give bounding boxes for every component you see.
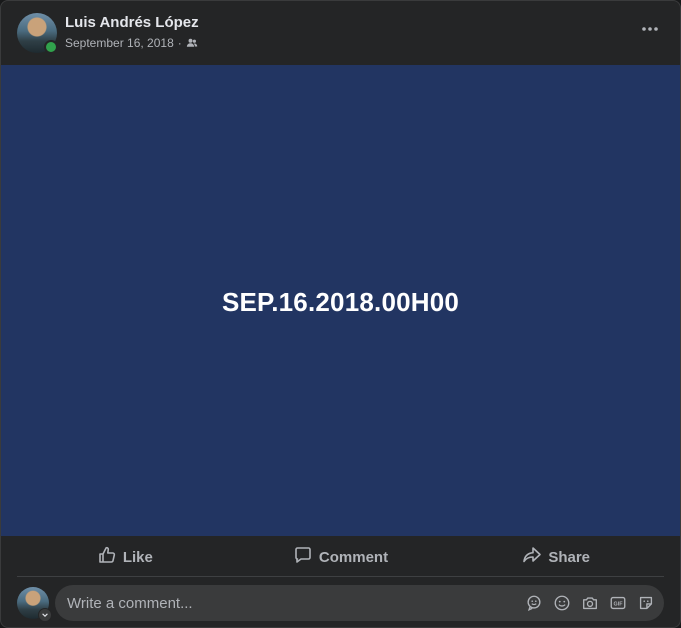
comment-box: GIF: [55, 584, 664, 622]
post-date[interactable]: September 16, 2018: [65, 36, 174, 50]
camera-icon[interactable]: [580, 593, 600, 613]
friends-icon[interactable]: [186, 37, 198, 49]
comment-tools: GIF: [524, 593, 664, 613]
sticker-icon[interactable]: [636, 593, 656, 613]
speech-bubble-icon: [293, 545, 313, 569]
author-name[interactable]: Luis Andrés López: [65, 14, 199, 31]
more-horizontal-icon: [640, 19, 660, 44]
avatar-sticker-icon[interactable]: [524, 593, 544, 613]
thumbs-up-icon: [97, 545, 117, 569]
meta-separator: ·: [177, 36, 182, 50]
post-actions-bar: Like Comment Share: [17, 538, 664, 577]
share-button[interactable]: Share: [448, 538, 664, 576]
share-label: Share: [548, 548, 591, 566]
gif-icon[interactable]: GIF: [608, 593, 628, 613]
emoji-icon[interactable]: [552, 593, 572, 613]
svg-text:GIF: GIF: [614, 601, 624, 607]
post-header: Luis Andrés López September 16, 2018 ·: [1, 1, 680, 65]
like-label: Like: [122, 548, 153, 566]
post-meta: September 16, 2018 ·: [65, 36, 198, 50]
chevron-down-icon[interactable]: [38, 608, 52, 622]
more-options-button[interactable]: [632, 13, 668, 49]
online-status-icon: [44, 40, 58, 54]
commenter-avatar[interactable]: [17, 587, 52, 622]
post-card: Luis Andrés López September 16, 2018 · S…: [0, 0, 681, 628]
author-avatar[interactable]: [17, 13, 58, 54]
share-arrow-icon: [522, 545, 542, 569]
post-content[interactable]: SEP.16.2018.00H00: [1, 65, 680, 536]
comment-label: Comment: [318, 548, 389, 566]
comment-input[interactable]: [55, 584, 524, 622]
post-text: SEP.16.2018.00H00: [221, 287, 460, 317]
comment-button[interactable]: Comment: [233, 538, 449, 576]
comment-composer: GIF: [17, 584, 664, 622]
like-button[interactable]: Like: [17, 538, 233, 576]
